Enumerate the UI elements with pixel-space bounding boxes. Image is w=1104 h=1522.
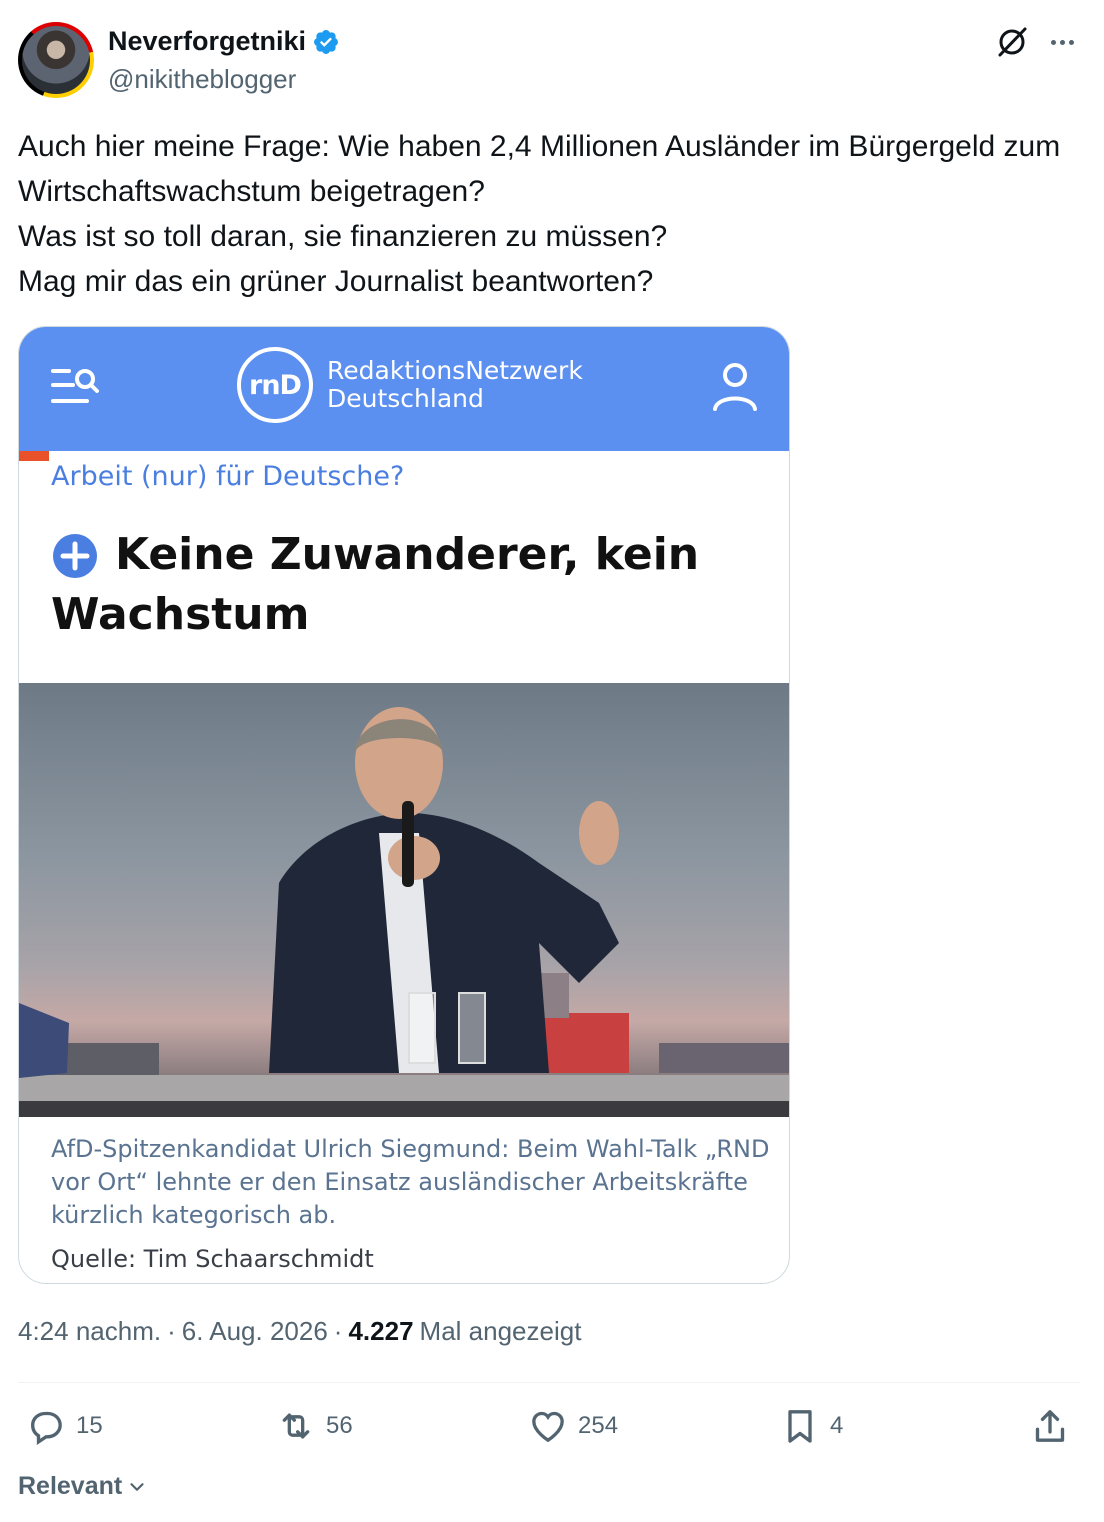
divider bbox=[18, 1382, 1080, 1383]
meta-separator: · bbox=[333, 1316, 343, 1346]
rnd-logo: rnD bbox=[237, 347, 313, 423]
tweet-meta: 4:24 nachm. · 6. Aug. 2026 · 4.227 Mal a… bbox=[18, 1316, 581, 1347]
repost-button[interactable]: 56 bbox=[276, 1406, 353, 1446]
like-button[interactable]: 254 bbox=[528, 1406, 618, 1446]
sort-replies-dropdown[interactable]: Relevant bbox=[18, 1472, 148, 1501]
view-count: 4.227 bbox=[348, 1316, 414, 1346]
user-icon bbox=[713, 363, 757, 411]
bookmark-count: 4 bbox=[830, 1412, 844, 1439]
article-kicker: Arbeit (nur) für Deutsche? bbox=[51, 461, 405, 492]
rnd-brand-name: RedaktionsNetzwerk Deutschland bbox=[327, 357, 583, 413]
article-headline: Keine Zuwanderer, kein Wachstum bbox=[51, 529, 700, 640]
rnd-header-bar: rnD RedaktionsNetzwerk Deutschland bbox=[19, 327, 789, 451]
view-count-label: Mal angezeigt bbox=[419, 1316, 582, 1346]
repost-icon bbox=[282, 1413, 310, 1439]
tweet-time[interactable]: 4:24 nachm. bbox=[18, 1316, 161, 1347]
reply-count: 15 bbox=[76, 1412, 103, 1439]
photo-caption: AfD-Spitzenkandidat Ulrich Siegmund: Bei… bbox=[51, 1135, 770, 1229]
handle[interactable]: @nikitheblogger bbox=[108, 64, 296, 95]
speaker-photo-illustration bbox=[19, 707, 789, 1117]
chevron-down-icon bbox=[130, 1482, 144, 1491]
article-photo bbox=[19, 683, 789, 1117]
bookmark-button[interactable]: 4 bbox=[780, 1406, 843, 1446]
meta-separator: · bbox=[167, 1316, 176, 1346]
orange-accent-bar bbox=[19, 451, 49, 461]
heart-icon bbox=[532, 1411, 564, 1443]
grok-icon[interactable] bbox=[994, 24, 1030, 60]
sort-label: Relevant bbox=[18, 1472, 123, 1500]
repost-count: 56 bbox=[326, 1412, 353, 1439]
reply-icon bbox=[30, 1411, 62, 1445]
author-name-row: Neverforgetniki bbox=[108, 26, 340, 57]
bookmark-icon bbox=[788, 1410, 812, 1443]
display-name[interactable]: Neverforgetniki bbox=[108, 26, 306, 57]
photo-source: Quelle: Tim Schaarschmidt bbox=[51, 1245, 374, 1273]
share-icon bbox=[1035, 1410, 1065, 1442]
rnd-brand-line2: Deutschland bbox=[327, 384, 484, 413]
more-options-icon[interactable] bbox=[1044, 28, 1080, 56]
avatar[interactable] bbox=[18, 22, 94, 98]
rnd-brand-line1: RedaktionsNetzwerk bbox=[327, 356, 583, 385]
like-count: 254 bbox=[578, 1412, 619, 1439]
verified-badge-icon[interactable] bbox=[312, 28, 340, 56]
tweet-date[interactable]: 6. Aug. 2026 bbox=[182, 1316, 328, 1347]
reply-button[interactable]: 15 bbox=[26, 1406, 103, 1446]
avatar-photo bbox=[22, 26, 90, 94]
menu-search-icon bbox=[51, 369, 99, 403]
tweet-media-image[interactable]: rnD RedaktionsNetzwerk Deutschland Arbei… bbox=[18, 326, 790, 1284]
share-button[interactable] bbox=[1030, 1406, 1070, 1446]
tweet-text: Auch hier meine Frage: Wie haben 2,4 Mil… bbox=[18, 130, 1061, 298]
